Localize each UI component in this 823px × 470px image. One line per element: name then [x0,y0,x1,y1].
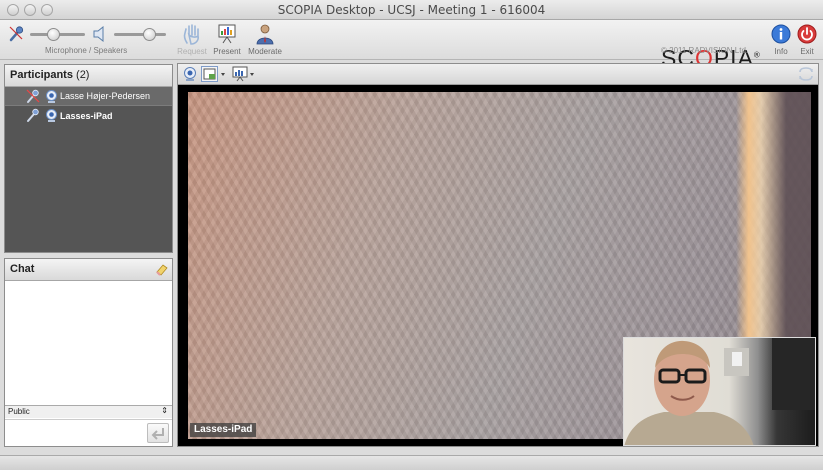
audio-controls-label: Microphone / Speakers [45,46,128,55]
webcam-icon [46,109,57,122]
fullscreen-icon[interactable] [798,66,814,82]
present-label: Present [213,47,241,56]
participant-row[interactable]: Lasses-iPad [5,106,172,125]
participants-panel: Participants (2) Lasse Højer-Pedersen La… [4,64,173,253]
moderate-label: Moderate [248,47,282,56]
microphone-icon[interactable] [8,25,24,43]
window-title: SCOPIA Desktop - UCSJ - Meeting 1 - 6160… [277,3,546,17]
microphone-icon [27,108,39,122]
microphone-volume-knob[interactable] [46,28,60,41]
return-arrow-icon [151,428,164,440]
moderator-icon [256,24,274,45]
participant-name: Lasse Højer-Pedersen [60,91,151,101]
window-title-bar: SCOPIA Desktop - UCSJ - Meeting 1 - 6160… [0,0,823,20]
presentation-icon [218,24,236,44]
chat-title: Chat [10,263,35,275]
chat-recipient-value: Public [8,407,30,416]
chat-panel: Chat Public ⇕ [4,258,173,447]
copyright-text: © 2011 RADVISION Ltd. [661,46,749,55]
chat-header: Chat [5,259,172,281]
presentation-view-icon[interactable] [232,66,258,82]
power-icon [797,24,817,44]
present-button[interactable]: Present [209,23,245,56]
send-message-button[interactable] [147,423,169,443]
microphone-muted-icon [26,89,40,103]
chat-messages-area [5,281,172,403]
video-toolbar [178,64,818,85]
speaker-volume-slider[interactable] [114,28,166,41]
participant-name: Lasses-iPad [60,110,113,121]
speaker-icon[interactable] [93,26,107,42]
speaker-volume-knob[interactable] [143,28,157,41]
select-arrows-icon: ⇕ [161,406,168,415]
microphone-volume-slider[interactable] [30,28,85,41]
chat-recipient-select[interactable]: Public ⇕ [5,405,172,418]
main-video-caption: Lasses-iPad [190,423,257,437]
participants-title: Participants [10,69,73,81]
self-view-video[interactable] [623,337,816,446]
request-label: Request [177,47,207,56]
chat-message-input[interactable] [5,419,172,445]
self-view-person-image [624,338,815,445]
moderate-button[interactable]: Moderate [247,23,283,56]
exit-button[interactable]: Exit [789,23,823,56]
single-view-webcam-icon[interactable] [182,66,198,82]
participants-count: (2) [76,69,90,81]
webcam-icon [46,89,57,103]
layout-picker-icon[interactable] [201,66,227,82]
raise-hand-icon [183,24,199,45]
participants-header: Participants (2) [5,65,172,87]
request-button[interactable]: Request [174,23,210,56]
exit-label: Exit [800,47,814,56]
participant-row[interactable]: Lasse Højer-Pedersen [5,87,172,106]
status-bar [0,455,823,470]
clear-chat-eraser-icon[interactable] [155,263,168,276]
